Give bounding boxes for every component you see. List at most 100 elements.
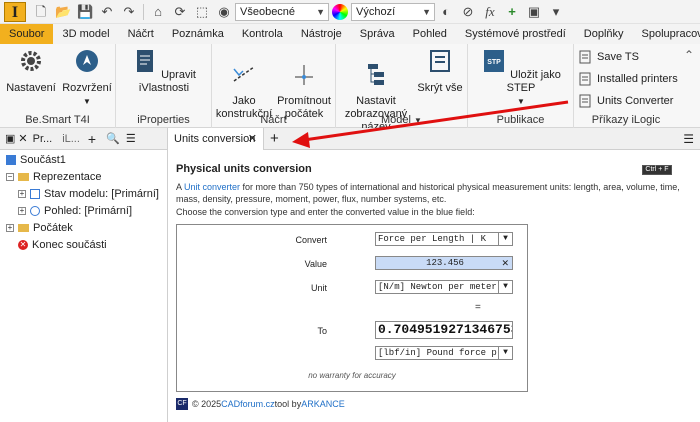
add-icon[interactable]: +	[504, 4, 520, 20]
settings-button[interactable]: Nastavení	[4, 48, 58, 95]
add-tab-icon[interactable]: +	[88, 131, 96, 147]
search-icon[interactable]: 🔍	[106, 132, 120, 145]
collapse-icon[interactable]: −	[6, 173, 14, 181]
tree-item-end-of-part[interactable]: ✕ Konec součásti	[18, 239, 107, 251]
open-folder-icon[interactable]: 📂	[55, 4, 71, 20]
convert-type-select[interactable]: Force per Length | K ▼	[375, 232, 513, 246]
expand-icon[interactable]: +	[18, 190, 26, 198]
layout-button[interactable]: Rozvržení ▼	[60, 48, 114, 108]
visual-style-dropdown[interactable]: Výchozí ▼	[351, 2, 435, 21]
layout-label: Rozvržení	[62, 82, 112, 94]
tab-environments[interactable]: Systémové prostředí	[456, 24, 575, 44]
tab-view[interactable]: Pohled	[404, 24, 456, 44]
appearance-dropdown[interactable]: Všeobecné ▼	[235, 2, 329, 21]
result-field[interactable]: 0.7049519271346753	[375, 321, 513, 339]
model-browser: ▣ ✕ Pr... iL... + 🔍 ☰ Součást1 − Repreze…	[0, 128, 168, 422]
save-icon[interactable]: 💾	[77, 4, 93, 20]
group-iproperties: Upravit iVlastnosti iProperties	[116, 44, 212, 128]
save-ts-button[interactable]: Save TS	[578, 50, 639, 64]
tab-sketch[interactable]: Náčrt	[119, 24, 163, 44]
unit-converter-link[interactable]: Unit converter	[184, 182, 240, 192]
hide-all-button[interactable]: Skrýt vše	[414, 48, 466, 95]
tab-units-conversion[interactable]: Units conversion ✕	[168, 128, 264, 150]
unit-select[interactable]: [N/m] Newton per meter ▼	[375, 280, 513, 294]
cadforum-logo-icon: CF	[176, 398, 188, 410]
save-as-step-button[interactable]: STP Uložit jako STEP ▼	[472, 48, 570, 108]
group-title-iproperties: iProperties	[137, 114, 190, 126]
tree-item-origin[interactable]: + Počátek	[6, 222, 73, 234]
tab-inspect[interactable]: Kontrola	[233, 24, 292, 44]
project-origin-button[interactable]: Promítnout počátek	[274, 48, 334, 121]
ribbon-panel: Nastavení Rozvržení ▼ Be.Smart T4I Upravi…	[0, 44, 700, 133]
chevron-down-icon: ▼	[422, 6, 431, 17]
convert-type-value: Force per Length | K	[378, 234, 487, 244]
menu-icon[interactable]: ☰	[126, 132, 136, 145]
tab-collaborate[interactable]: Spolupracovat	[633, 24, 700, 44]
step-file-icon: STP	[484, 50, 505, 72]
clear-icon[interactable]: ✕	[501, 257, 509, 269]
group-title-publish: Publikace	[496, 114, 545, 126]
construction-button[interactable]: Jako konstrukční	[214, 48, 274, 121]
tool-icon[interactable]: ▣	[526, 4, 542, 20]
color-wheel-icon[interactable]	[332, 3, 348, 20]
conversion-panel: Convert Force per Length | K ▼ Value 123…	[176, 224, 528, 392]
units-converter-button[interactable]: Units Converter	[578, 94, 673, 108]
document-icon	[137, 50, 154, 72]
select-icon[interactable]: ⬚	[194, 4, 210, 20]
tab-manage[interactable]: Správa	[351, 24, 404, 44]
clear-appearance-icon[interactable]: ⊘	[460, 4, 476, 20]
chevron-down-icon: ▼	[517, 97, 525, 106]
chevron-down-icon: ▼	[498, 281, 512, 293]
new-file-icon[interactable]: 🗋	[33, 4, 49, 20]
tree-item-representations[interactable]: − Reprezentace	[6, 171, 102, 183]
expand-icon[interactable]: +	[6, 224, 14, 232]
to-unit-select[interactable]: [lbf/in] Pound force p ▼	[375, 346, 513, 360]
tree-item-model-state[interactable]: + Stav modelu: [Primární]	[18, 188, 159, 200]
more-icon[interactable]: ▾	[548, 4, 564, 20]
arkance-link[interactable]: ARKANCE	[301, 399, 345, 409]
desc-prefix: A	[176, 182, 185, 192]
view-icon	[30, 206, 40, 216]
undo-icon[interactable]: ↶	[99, 4, 115, 20]
value-input[interactable]: 123.456 ✕	[375, 256, 513, 270]
end-of-part-icon: ✕	[18, 240, 28, 250]
chevron-down-icon: ▼	[498, 347, 512, 359]
edit-iproperties-button[interactable]: Upravit iVlastnosti	[120, 48, 208, 95]
tree-label-representations: Reprezentace	[33, 171, 102, 183]
desc-rest: for more than 750 types of international…	[176, 182, 680, 204]
ribbon-collapse-icon[interactable]: ⌃	[684, 48, 694, 62]
installed-printers-button[interactable]: Installed printers	[578, 72, 678, 86]
cadforum-link[interactable]: CADforum.cz	[221, 399, 275, 409]
tab-3d-model[interactable]: 3D model	[53, 24, 118, 44]
close-icon[interactable]: ✕	[18, 132, 27, 145]
redo-icon[interactable]: ↷	[121, 4, 137, 20]
separator	[143, 3, 144, 20]
value-input-text: 123.456	[426, 258, 464, 268]
home-icon[interactable]: ⌂	[150, 4, 166, 20]
expand-icon[interactable]: +	[18, 207, 26, 215]
tree-item-part[interactable]: Součást1	[6, 154, 66, 166]
group-title-ilogic: Příkazy iLogic	[591, 114, 661, 126]
footer-prefix: © 2025	[192, 399, 222, 409]
material-icon[interactable]: ◉	[216, 4, 232, 20]
browser-pane-icon[interactable]: ▣	[5, 132, 15, 145]
close-icon[interactable]: ✕	[248, 128, 257, 150]
chevron-down-icon: ▼	[498, 233, 512, 245]
tab-addins[interactable]: Doplňky	[575, 24, 633, 44]
units-converter-label: Units Converter	[597, 95, 674, 107]
browser-tab-model[interactable]: Pr...	[33, 133, 53, 145]
tree-item-view[interactable]: + Pohled: [Primární]	[18, 205, 132, 217]
adjust-icon[interactable]: ◐	[438, 4, 454, 20]
add-tab-icon[interactable]: +	[270, 130, 279, 147]
tab-tools[interactable]: Nástroje	[292, 24, 351, 44]
tab-annotate[interactable]: Poznámka	[163, 24, 233, 44]
svg-text:STP: STP	[487, 59, 501, 66]
browser-tab-ilogic[interactable]: iL...	[62, 133, 80, 145]
group-title-model-text: Model	[381, 114, 411, 126]
function-icon[interactable]: fx	[482, 4, 498, 20]
update-icon[interactable]: ⟳	[172, 4, 188, 20]
group-model: Nastavit zobrazovaný název Skrýt vše Mod…	[336, 44, 468, 133]
menu-icon[interactable]: ☰	[683, 132, 694, 146]
app-logo[interactable]: I	[4, 1, 26, 22]
tab-file[interactable]: Soubor	[0, 24, 54, 44]
